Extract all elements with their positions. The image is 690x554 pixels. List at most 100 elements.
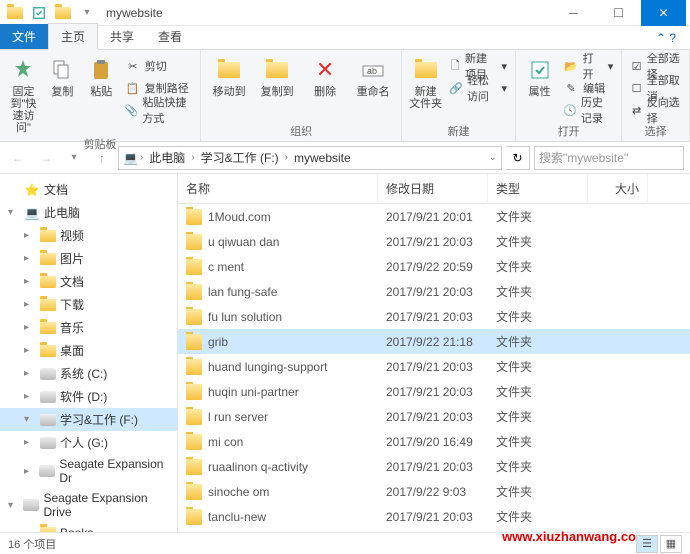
file-row[interactable]: lan fung-safe2017/9/21 20:03文件夹: [178, 279, 690, 304]
tree-item[interactable]: ⭐文档: [0, 178, 177, 201]
copy-button[interactable]: 复制: [45, 54, 80, 134]
copy-icon: [48, 56, 76, 84]
tree-item[interactable]: ▸Seagate Expansion Dr: [0, 454, 177, 488]
file-row[interactable]: grib2017/9/22 21:18文件夹: [178, 329, 690, 354]
tree-item[interactable]: ▾💻此电脑: [0, 201, 177, 224]
ribbon-group-open: 属性 📂打开 ▾ ✎编辑 🕓历史记录 打开: [516, 50, 622, 141]
file-row[interactable]: c ment2017/9/22 20:59文件夹: [178, 254, 690, 279]
file-row[interactable]: fu lun solution2017/9/21 20:03文件夹: [178, 304, 690, 329]
ribbon-help[interactable]: ⌃ ?: [650, 27, 682, 49]
recent-locations-button[interactable]: ▾: [62, 146, 86, 170]
folder-icon[interactable]: [4, 2, 26, 24]
back-button[interactable]: ←: [6, 146, 30, 170]
forward-button[interactable]: →: [34, 146, 58, 170]
expand-icon[interactable]: ▾: [8, 500, 19, 511]
new-item-icon: 🗋: [449, 58, 461, 74]
expand-icon[interactable]: ▸: [24, 391, 36, 402]
navigation-pane[interactable]: ⭐文档▾💻此电脑▸视频▸图片▸文档▸下载▸音乐▸桌面▸系统 (C:)▸软件 (D…: [0, 174, 178, 532]
expand-icon[interactable]: ▾: [8, 207, 20, 218]
paste-shortcut-icon: 📎: [125, 102, 139, 118]
cut-button[interactable]: ✂剪切: [123, 56, 194, 76]
tree-item[interactable]: ▸文档: [0, 270, 177, 293]
file-row[interactable]: 1Moud.com2017/9/21 20:01文件夹: [178, 204, 690, 229]
open-button[interactable]: 📂打开 ▾: [561, 56, 615, 76]
column-type[interactable]: 类型: [488, 174, 588, 203]
tree-item[interactable]: ▸音乐: [0, 316, 177, 339]
move-to-button[interactable]: 移动到: [207, 54, 251, 121]
file-row[interactable]: huqin uni-partner2017/9/21 20:03文件夹: [178, 379, 690, 404]
column-date[interactable]: 修改日期: [378, 174, 488, 203]
qat-dropdown[interactable]: ▾: [76, 2, 98, 24]
paste-shortcut-button[interactable]: 📎粘贴快捷方式: [123, 100, 194, 120]
new-folder-button[interactable]: 新建 文件夹: [408, 54, 443, 121]
history-button[interactable]: 🕓历史记录: [561, 100, 615, 120]
tab-view[interactable]: 查看: [146, 24, 194, 49]
tree-item[interactable]: Books: [0, 522, 177, 532]
tree-item[interactable]: ▸图片: [0, 247, 177, 270]
file-list[interactable]: 名称 修改日期 类型 大小 1Moud.com2017/9/21 20:01文件…: [178, 174, 690, 532]
tree-item[interactable]: ▾学习&工作 (F:): [0, 408, 177, 431]
tree-item[interactable]: ▾Seagate Expansion Drive: [0, 488, 177, 522]
expand-icon[interactable]: ▸: [24, 276, 36, 287]
quick-access-toolbar: ▾: [4, 2, 98, 24]
file-row[interactable]: l run server2017/9/21 20:03文件夹: [178, 404, 690, 429]
column-size[interactable]: 大小: [588, 174, 648, 203]
tree-item[interactable]: ▸下载: [0, 293, 177, 316]
file-row[interactable]: huand lunging-support2017/9/21 20:03文件夹: [178, 354, 690, 379]
minimize-button[interactable]: ─: [551, 0, 596, 26]
tree-icon: [40, 228, 56, 244]
close-button[interactable]: ✕: [641, 0, 686, 26]
column-name[interactable]: 名称: [178, 174, 378, 203]
crumb-drive[interactable]: 学习&工作 (F:): [197, 149, 283, 166]
easy-access-button[interactable]: 🔗轻松访问 ▾: [447, 78, 509, 98]
breadcrumb-dropdown[interactable]: ⌄: [489, 152, 497, 163]
paste-button[interactable]: 粘贴: [84, 54, 119, 134]
expand-icon[interactable]: ▸: [24, 253, 36, 264]
item-count: 16 个项目: [8, 536, 56, 552]
tree-label: 系统 (C:): [60, 365, 107, 382]
tab-file[interactable]: 文件: [0, 24, 48, 49]
rename-button[interactable]: ab重命名: [351, 54, 395, 121]
status-bar: 16 个项目 ☰ ▦: [0, 532, 690, 554]
file-row[interactable]: mi con2017/9/20 16:49文件夹: [178, 429, 690, 454]
expand-icon[interactable]: ▸: [24, 345, 36, 356]
maximize-button[interactable]: ☐: [596, 0, 641, 26]
crumb-this-pc[interactable]: 此电脑: [145, 149, 189, 166]
file-size: [588, 390, 648, 394]
ribbon-group-new: 新建 文件夹 🗋新建项目 ▾ 🔗轻松访问 ▾ 新建: [402, 50, 516, 141]
up-button[interactable]: ↑: [90, 146, 114, 170]
expand-icon[interactable]: ▸: [24, 437, 36, 448]
file-row[interactable]: zi anule-main2017/9/21 20:02文件夹: [178, 529, 690, 532]
refresh-button[interactable]: ↻: [506, 146, 530, 170]
file-row[interactable]: tanclu-new2017/9/21 20:03文件夹: [178, 504, 690, 529]
crumb-folder[interactable]: mywebsite: [290, 151, 355, 165]
tree-item[interactable]: ▸软件 (D:): [0, 385, 177, 408]
pin-to-quick-access-button[interactable]: 固定到"快速访问": [6, 54, 41, 134]
expand-icon[interactable]: ▸: [24, 368, 36, 379]
tab-share[interactable]: 共享: [98, 24, 146, 49]
expand-icon[interactable]: ▸: [24, 230, 36, 241]
expand-icon[interactable]: ▾: [24, 414, 36, 425]
copy-to-button[interactable]: 复制到: [255, 54, 299, 121]
tree-item[interactable]: ▸桌面: [0, 339, 177, 362]
tree-item[interactable]: ▸个人 (G:): [0, 431, 177, 454]
column-headers: 名称 修改日期 类型 大小: [178, 174, 690, 204]
breadcrumb[interactable]: 💻 › 此电脑 › 学习&工作 (F:) › mywebsite ⌄: [118, 146, 502, 170]
invert-selection-button[interactable]: ⇄反向选择: [628, 100, 683, 120]
file-row[interactable]: u qiwuan dan2017/9/21 20:03文件夹: [178, 229, 690, 254]
qat-new-folder[interactable]: [52, 2, 74, 24]
ribbon-group-select: ☑全部选择 ☐全部取消 ⇄反向选择 选择: [622, 50, 690, 141]
qat-properties[interactable]: [28, 2, 50, 24]
file-row[interactable]: sinoche om2017/9/22 9:03文件夹: [178, 479, 690, 504]
expand-icon[interactable]: ▸: [24, 299, 36, 310]
search-input[interactable]: 搜索"mywebsite": [534, 146, 684, 170]
file-row[interactable]: ruaalinon q-activity2017/9/21 20:03文件夹: [178, 454, 690, 479]
delete-button[interactable]: ✕删除: [303, 54, 347, 121]
tab-home[interactable]: 主页: [48, 23, 98, 50]
properties-button[interactable]: 属性: [522, 54, 557, 121]
file-size: [588, 440, 648, 444]
expand-icon[interactable]: ▸: [24, 322, 36, 333]
expand-icon[interactable]: ▸: [24, 466, 35, 477]
tree-item[interactable]: ▸ 系统 (C:): [0, 362, 177, 385]
tree-item[interactable]: ▸视频: [0, 224, 177, 247]
